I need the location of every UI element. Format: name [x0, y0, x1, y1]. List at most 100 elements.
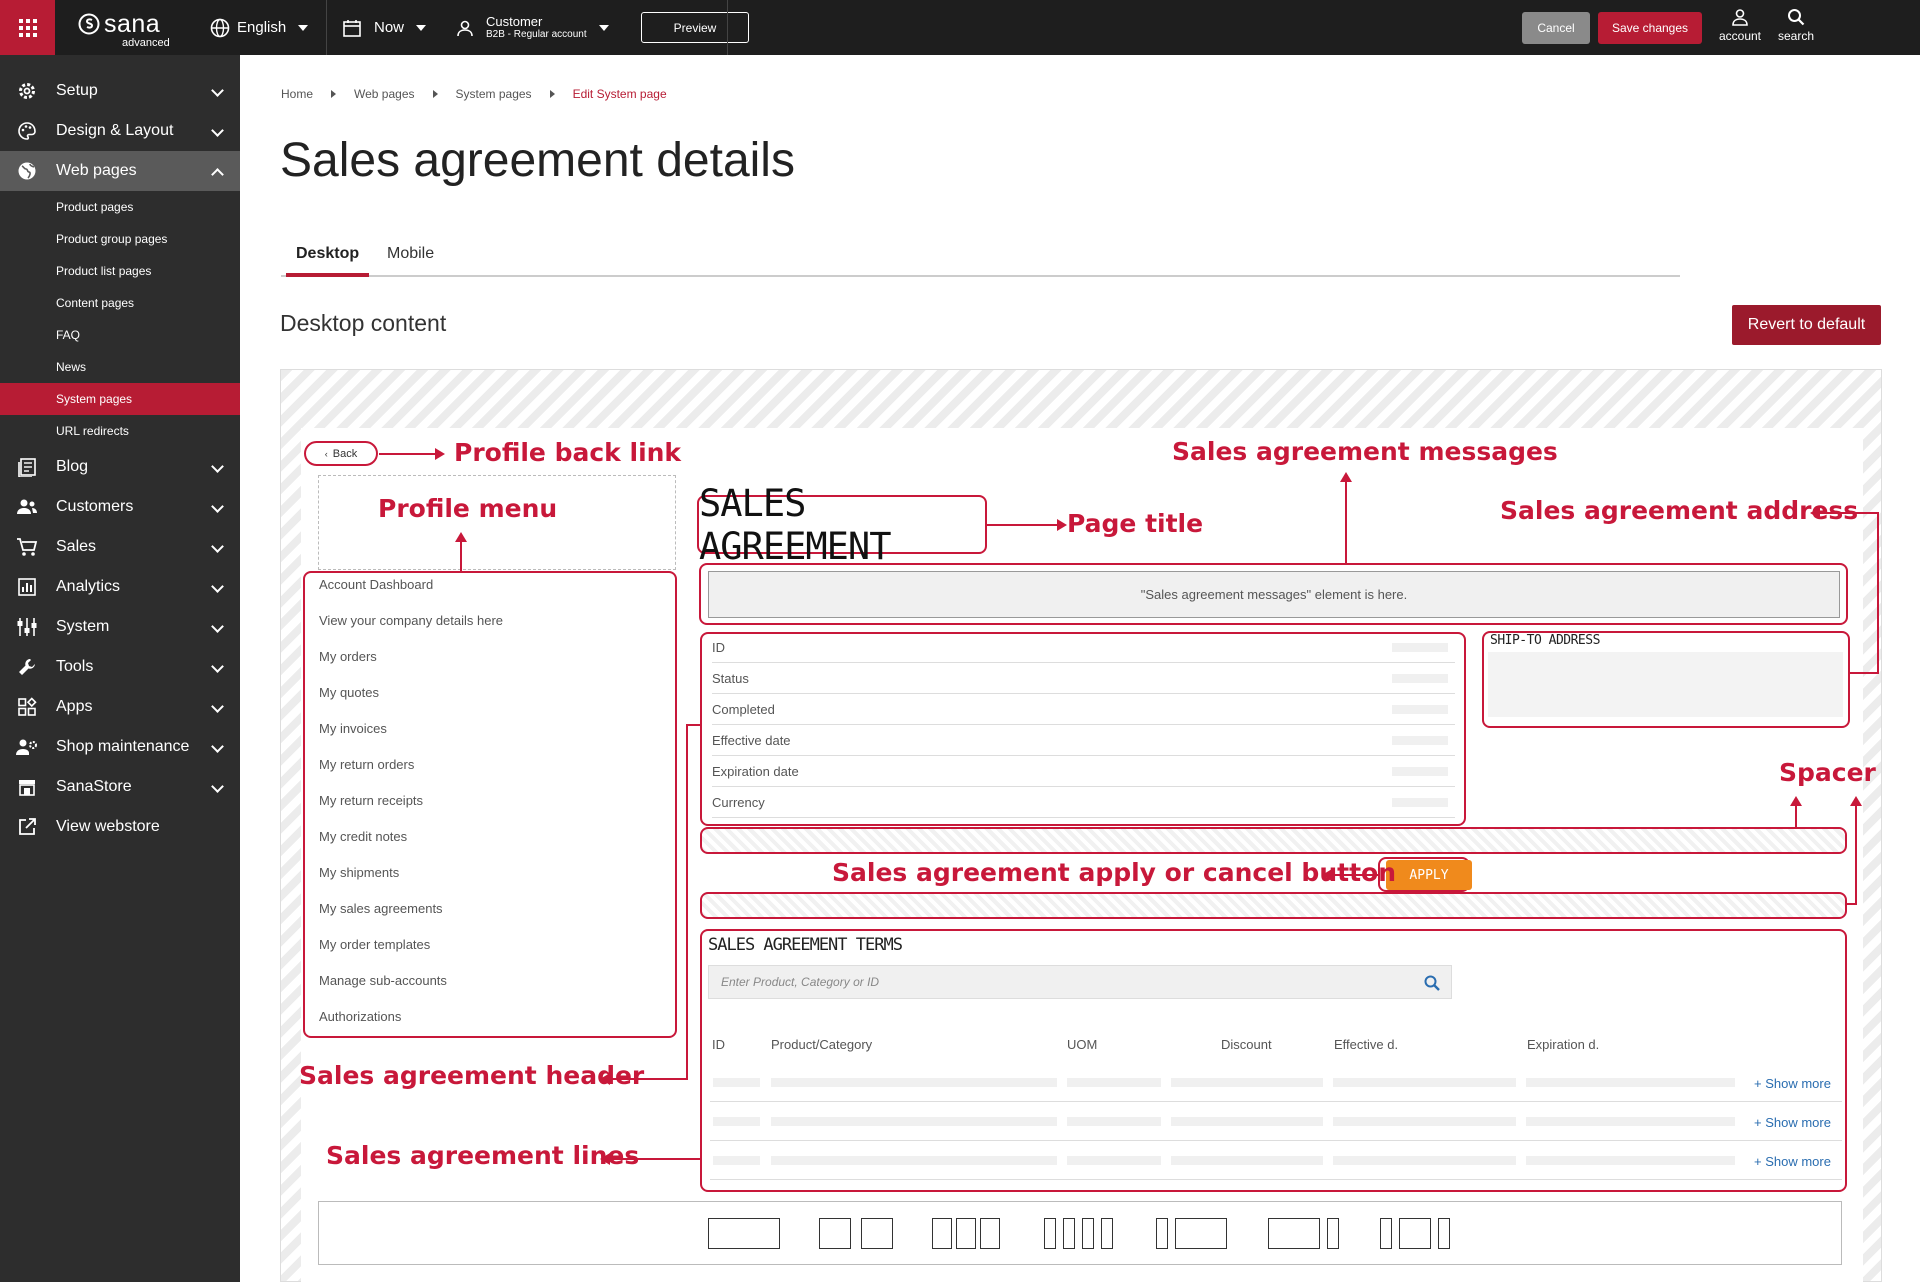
profile-menu-item[interactable]: Authorizations [319, 1009, 401, 1024]
layout-block [1082, 1218, 1094, 1249]
sidebar-item-shop-maintenance[interactable]: Shop maintenance [0, 727, 240, 767]
breadcrumb-home[interactable]: Home [281, 87, 313, 101]
account-button[interactable]: account [1710, 8, 1770, 43]
value-placeholder [1392, 673, 1448, 683]
header-row: Expiration date [712, 756, 1455, 787]
header-field-label: Completed [712, 701, 775, 717]
sidebar-item-label: Sales [56, 538, 97, 555]
sidebar-item-customers[interactable]: Customers [0, 487, 240, 527]
sliders-icon [16, 616, 38, 638]
sidebar-item-analytics[interactable]: Analytics [0, 567, 240, 607]
breadcrumb-separator-icon [432, 90, 438, 98]
sidebar-item-apps[interactable]: Apps [0, 687, 240, 727]
sidebar-item-sanastore[interactable]: SanaStore [0, 767, 240, 807]
date-selector[interactable]: Now [342, 0, 427, 55]
search-icon[interactable] [1423, 974, 1441, 992]
revert-to-default-button[interactable]: Revert to default [1732, 305, 1881, 345]
sidebar-item-setup[interactable]: Setup [0, 71, 240, 111]
profile-menu-item[interactable]: My invoices [319, 721, 387, 736]
chevron-down-icon [211, 540, 224, 553]
profile-menu-item[interactable]: View your company details here [319, 613, 503, 628]
annotation-header: Sales agreement header [299, 1061, 645, 1090]
sidebar-item-label: Design & Layout [56, 122, 174, 139]
app-launcher-button[interactable] [0, 0, 55, 55]
profile-menu-item[interactable]: My shipments [319, 865, 399, 880]
cancel-button[interactable]: Cancel [1522, 12, 1590, 44]
profile-menu-item[interactable]: My orders [319, 649, 377, 664]
table-row [710, 1142, 1842, 1180]
cell-placeholder [1333, 1156, 1516, 1165]
sana-logo-icon [78, 13, 100, 35]
apply-button[interactable]: APPLY [1386, 860, 1472, 890]
cell-placeholder [1171, 1117, 1323, 1126]
preview-button[interactable]: Preview [641, 12, 749, 43]
sidebar-item-design-layout[interactable]: Design & Layout [0, 111, 240, 151]
apps-icon [16, 696, 38, 718]
profile-menu-item[interactable]: My order templates [319, 937, 430, 952]
customer-selector[interactable]: Customer B2B - Regular account [456, 0, 609, 55]
sidebar-item-sales[interactable]: Sales [0, 527, 240, 567]
language-selector[interactable]: English [210, 0, 309, 55]
sidebar-item-tools[interactable]: Tools [0, 647, 240, 687]
ship-to-address-placeholder [1488, 652, 1843, 717]
annotation-arrow-line [1795, 804, 1797, 828]
globe-icon [16, 160, 38, 182]
sidebar-item-label: Shop maintenance [56, 738, 190, 755]
sidebar-subitem-content-pages[interactable]: Content pages [0, 287, 240, 319]
wrench-icon [16, 656, 38, 678]
arrow-left-icon [1322, 869, 1332, 881]
profile-menu-item[interactable]: Manage sub-accounts [319, 973, 447, 988]
tab-desktop[interactable]: Desktop [285, 245, 370, 277]
show-more-link[interactable]: + Show more [1754, 1154, 1831, 1169]
breadcrumb-system-pages[interactable]: System pages [456, 87, 532, 101]
value-placeholder [1392, 766, 1448, 776]
profile-menu-item[interactable]: My return receipts [319, 793, 423, 808]
sidebar-subitem-system-pages[interactable]: System pages [0, 383, 240, 415]
customer-account-type: B2B - Regular account [486, 29, 587, 41]
profile-menu-item[interactable]: My return orders [319, 757, 414, 772]
search-button[interactable]: search [1766, 8, 1826, 43]
profile-menu-item[interactable]: Account Dashboard [319, 577, 433, 592]
profile-menu-item[interactable]: My quotes [319, 685, 379, 700]
cell-placeholder [713, 1156, 760, 1165]
cell-placeholder [1171, 1078, 1323, 1087]
profile-menu-item[interactable]: My sales agreements [319, 901, 443, 916]
sidebar-item-system[interactable]: System [0, 607, 240, 647]
chevron-down-icon [598, 24, 609, 31]
layout-block [1063, 1218, 1075, 1249]
grid-icon [18, 18, 37, 37]
column-header: Product/Category [771, 1037, 873, 1052]
sidebar-subitem-product-pages[interactable]: Product pages [0, 191, 240, 223]
sales-agreement-messages: "Sales agreement messages" element is he… [708, 571, 1840, 618]
save-changes-button[interactable]: Save changes [1598, 12, 1702, 44]
annotation-arrow-line [987, 524, 1057, 526]
sidebar-subitem-product-group-pages[interactable]: Product group pages [0, 223, 240, 255]
show-more-link[interactable]: + Show more [1754, 1076, 1831, 1091]
sidebar-item-web-pages[interactable]: Web pages [0, 151, 240, 191]
sidebar-item-blog[interactable]: Blog [0, 447, 240, 487]
header-row: Status [712, 663, 1455, 694]
breadcrumb-web-pages[interactable]: Web pages [354, 87, 415, 101]
header-field-label: Status [712, 670, 749, 686]
search-placeholder: Enter Product, Category or ID [721, 975, 880, 989]
profile-back-link[interactable]: ‹ Back [304, 441, 378, 466]
sidebar-subitem-faq[interactable]: FAQ [0, 319, 240, 351]
sana-logo[interactable]: sana advanced [78, 12, 170, 49]
sales-agreement-terms-heading: SALES AGREEMENT TERMS [708, 935, 903, 955]
sidebar-subitem-product-list-pages[interactable]: Product list pages [0, 255, 240, 287]
layout-block [1044, 1218, 1056, 1249]
cell-placeholder [771, 1078, 1057, 1087]
cell-placeholder [1067, 1078, 1161, 1087]
page-title: Sales agreement details [280, 134, 795, 187]
profile-menu-item[interactable]: My credit notes [319, 829, 407, 844]
tab-mobile[interactable]: Mobile [387, 245, 434, 275]
sidebar-subitem-url-redirects[interactable]: URL redirects [0, 415, 240, 447]
sidebar-item-view-webstore[interactable]: View webstore [0, 807, 240, 847]
sidebar-subitem-news[interactable]: News [0, 351, 240, 383]
terms-search-input[interactable]: Enter Product, Category or ID [708, 965, 1452, 999]
show-more-link[interactable]: + Show more [1754, 1115, 1831, 1130]
arrow-up-icon [1340, 472, 1352, 482]
header-field-label: Effective date [712, 732, 791, 748]
header-row: Completed [712, 694, 1455, 725]
value-placeholder [1392, 642, 1448, 652]
